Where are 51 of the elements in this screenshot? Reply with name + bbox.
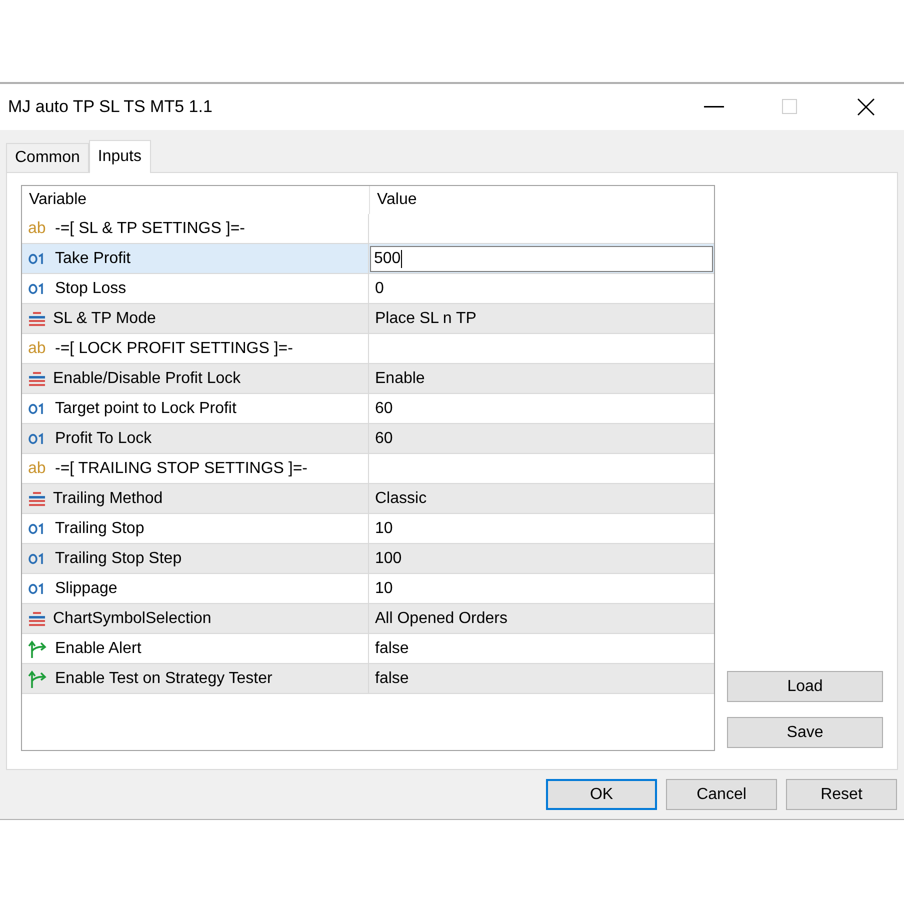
variable-name: SL & TP Mode <box>53 310 156 328</box>
table-cell: false <box>375 670 409 688</box>
variable-name: Trailing Stop Step <box>55 550 182 568</box>
variable-name: Enable Test on Strategy Tester <box>55 670 272 688</box>
variable-name: -=[ TRAILING STOP SETTINGS ]=- <box>55 460 308 478</box>
list-icon <box>28 372 46 386</box>
close-icon <box>857 98 875 116</box>
variable-name: Trailing Method <box>53 490 163 508</box>
value-input[interactable]: 500 <box>370 246 713 272</box>
variable-name: Trailing Stop <box>55 520 144 538</box>
table-cell: Enable <box>375 370 425 388</box>
string-type-label: ab <box>28 220 47 238</box>
variable-name: Target point to Lock Profit <box>55 400 236 418</box>
table-cell: 100 <box>375 550 402 568</box>
branch-arrow-icon <box>28 670 48 688</box>
column-header: Variable <box>22 186 370 214</box>
list-icon <box>28 612 46 626</box>
string-type-label: ab <box>28 460 47 478</box>
column-header: Value <box>376 191 417 209</box>
table-cell: 10 <box>375 580 393 598</box>
tab[interactable]: Common <box>6 143 89 172</box>
table-cell: 60 <box>375 400 393 418</box>
variable-name: ChartSymbolSelection <box>53 610 212 628</box>
variable-name: Stop Loss <box>55 280 126 298</box>
list-icon <box>28 492 46 506</box>
table-cell: 10 <box>375 520 393 538</box>
variable-name: Profit To Lock <box>55 430 152 448</box>
table-cell: Place SL n TP <box>375 310 476 328</box>
window-title: MJ auto TP SL TS MT5 1.1 <box>8 97 214 117</box>
variable-name: -=[ LOCK PROFIT SETTINGS ]=- <box>55 340 293 358</box>
branch-arrow-icon <box>28 640 48 658</box>
string-type-label: ab <box>28 340 47 358</box>
maximize-icon <box>782 99 798 115</box>
variable-name: Slippage <box>55 580 118 598</box>
load-button[interactable]: Load <box>727 671 883 702</box>
table-cell: false <box>375 640 409 658</box>
table-cell: All Opened Orders <box>375 610 508 628</box>
variable-name: Enable/Disable Profit Lock <box>53 370 241 388</box>
list-icon <box>28 312 46 326</box>
reset-button[interactable]: Reset <box>786 779 897 810</box>
cancel-button[interactable]: Cancel <box>666 779 777 810</box>
save-button[interactable]: Save <box>727 717 883 748</box>
table-cell: Classic <box>375 490 427 508</box>
variable-name: Take Profit <box>55 250 131 268</box>
variable-name: -=[ SL & TP SETTINGS ]=- <box>55 220 245 238</box>
tab[interactable]: Inputs <box>88 140 150 173</box>
table-cell: 0 <box>375 280 384 298</box>
ok-button[interactable]: OK <box>546 779 657 810</box>
minimize-icon <box>704 106 724 108</box>
table-cell: 60 <box>375 430 393 448</box>
variable-name: Enable Alert <box>55 640 142 658</box>
